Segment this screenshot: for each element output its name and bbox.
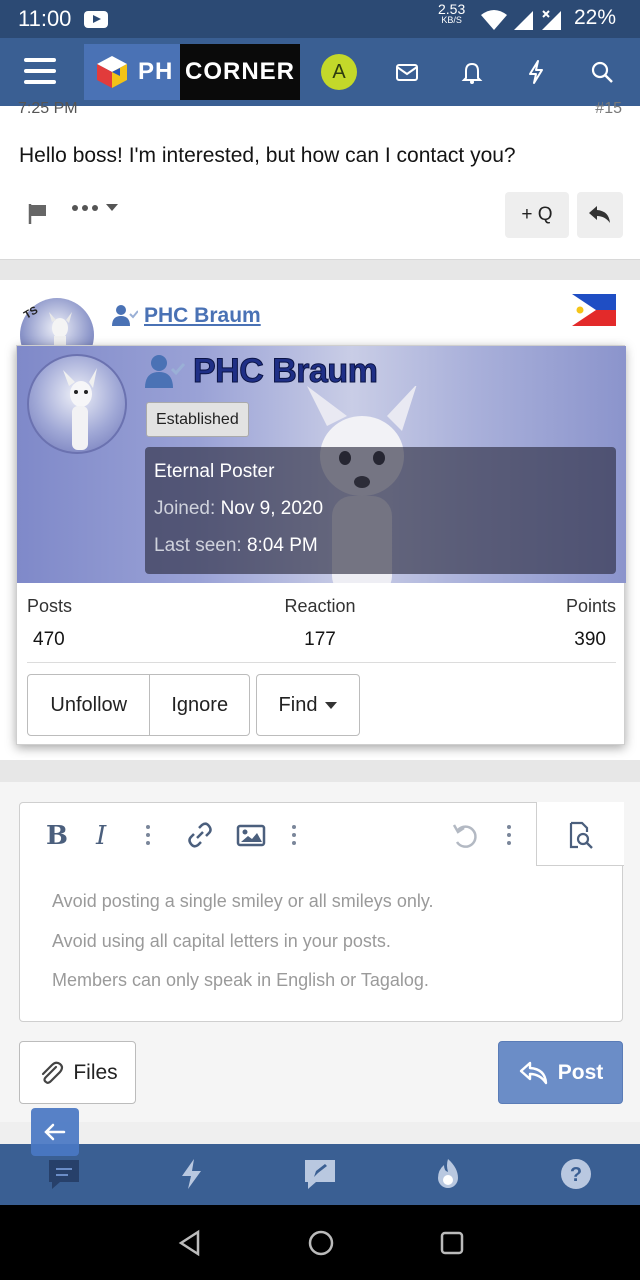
system-navigation-bar	[0, 1205, 640, 1280]
signal-no-data-icon	[542, 10, 561, 30]
forums-chat-icon[interactable]	[46, 1156, 82, 1192]
user-check-icon	[145, 354, 185, 388]
preview-button[interactable]	[536, 802, 624, 866]
editor-separator	[0, 760, 640, 782]
bolt-icon[interactable]	[522, 58, 550, 86]
post-reply-button[interactable]: Post	[498, 1041, 623, 1104]
network-speed: 2.53 KB/S	[438, 1, 466, 25]
battery-level: 22%	[574, 6, 617, 29]
post-separator	[0, 260, 640, 280]
clock: 11:00	[18, 6, 72, 31]
profile-banner: PHC Braum Established Eternal Poster Joi…	[17, 346, 626, 583]
wifi-icon	[481, 10, 507, 30]
philippines-flag-icon	[572, 294, 616, 326]
post-timestamp[interactable]: 7:25 PM	[18, 100, 78, 118]
unfollow-button[interactable]: Unfollow	[28, 675, 151, 735]
more-options-menu[interactable]	[72, 204, 118, 211]
find-button[interactable]: Find	[256, 674, 360, 736]
joined-info: Joined: Nov 9, 2020	[154, 498, 324, 519]
reply-icon	[519, 1061, 547, 1084]
recents-square-icon[interactable]	[438, 1229, 466, 1257]
status-badge: Established	[146, 402, 249, 437]
logo-cube-icon	[97, 56, 127, 88]
multi-quote-button[interactable]: + Q	[505, 192, 569, 238]
help-icon[interactable]: ?	[558, 1156, 594, 1192]
image-icon[interactable]	[236, 821, 266, 849]
editor-placeholder-line: Members can only speak in English or Tag…	[52, 970, 429, 990]
logo-text-corner: CORNER	[184, 58, 295, 85]
editor-placeholder-line: Avoid posting a single smiley or all smi…	[52, 891, 434, 911]
user-check-icon	[112, 305, 138, 326]
bolt-icon[interactable]	[174, 1156, 210, 1192]
member-avatar[interactable]	[27, 354, 127, 454]
post-message: Hello boss! I'm interested, but how can …	[19, 144, 516, 167]
reply-icon	[589, 206, 610, 223]
arrow-left-icon	[44, 1123, 66, 1141]
stat-points[interactable]: Points 390	[566, 596, 616, 651]
user-avatar[interactable]: A	[321, 54, 357, 90]
dog-avatar-image	[63, 368, 97, 450]
more-insert-options-icon[interactable]	[292, 825, 296, 849]
back-triangle-icon[interactable]	[176, 1229, 204, 1257]
reply-button[interactable]	[577, 192, 623, 238]
italic-button[interactable]: I	[96, 821, 106, 851]
author-name[interactable]: PHC Braum	[112, 304, 261, 328]
link-icon[interactable]	[186, 821, 214, 849]
post: 7:25 PM #15 Hello boss! I'm interested, …	[0, 100, 640, 260]
back-button[interactable]	[31, 1108, 79, 1156]
paperclip-icon	[42, 1061, 64, 1084]
home-circle-icon[interactable]	[307, 1229, 335, 1257]
logo-text-ph: PH	[138, 58, 174, 85]
member-username[interactable]: PHC Braum	[145, 352, 378, 391]
bold-button[interactable]: B	[46, 821, 68, 851]
chevron-down-icon	[325, 701, 338, 709]
preview-search-icon	[569, 821, 593, 849]
card-divider	[27, 662, 616, 663]
chevron-down-icon	[106, 204, 118, 211]
youtube-notification-icon	[84, 11, 108, 28]
reply-editor[interactable]: B I Avoid posting a single smiley or all…	[19, 802, 624, 1022]
report-flag-icon[interactable]	[26, 202, 50, 226]
post-number[interactable]: #15	[595, 100, 622, 118]
member-title: Eternal Poster	[154, 461, 275, 482]
bottom-navigation: ?	[0, 1144, 640, 1205]
ignore-button[interactable]: Ignore	[150, 675, 249, 735]
site-logo[interactable]: PH CORNER	[84, 44, 300, 100]
signal-icon	[514, 11, 533, 30]
menu-icon[interactable]	[24, 58, 56, 86]
trending-fire-icon[interactable]	[430, 1156, 466, 1192]
app-header: PH CORNER A	[0, 38, 640, 106]
more-text-options-icon[interactable]	[146, 825, 150, 849]
write-message-icon[interactable]	[302, 1156, 338, 1192]
member-info-box: Eternal Poster Joined: Nov 9, 2020 Last …	[145, 447, 616, 574]
undo-icon[interactable]	[450, 821, 480, 851]
member-tooltip-card: PHC Braum Established Eternal Poster Joi…	[16, 345, 626, 745]
editor-placeholder-line: Avoid using all capital letters in your …	[52, 931, 391, 951]
search-icon[interactable]	[588, 58, 616, 86]
envelope-icon[interactable]	[393, 58, 421, 86]
stat-reaction[interactable]: Reaction 177	[280, 596, 360, 651]
more-editor-options-icon[interactable]	[507, 825, 511, 849]
attach-files-button[interactable]: Files	[19, 1041, 136, 1104]
last-seen-info: Last seen: 8:04 PM	[154, 535, 318, 556]
follow-ignore-group: Unfollow Ignore	[27, 674, 250, 736]
editor-toolbar: B I	[20, 802, 624, 867]
svg-text:?: ?	[570, 1164, 582, 1186]
stat-posts[interactable]: Posts 470	[27, 596, 72, 651]
bell-icon[interactable]	[458, 58, 486, 86]
status-bar: 11:00 2.53 KB/S 22%	[0, 0, 640, 38]
